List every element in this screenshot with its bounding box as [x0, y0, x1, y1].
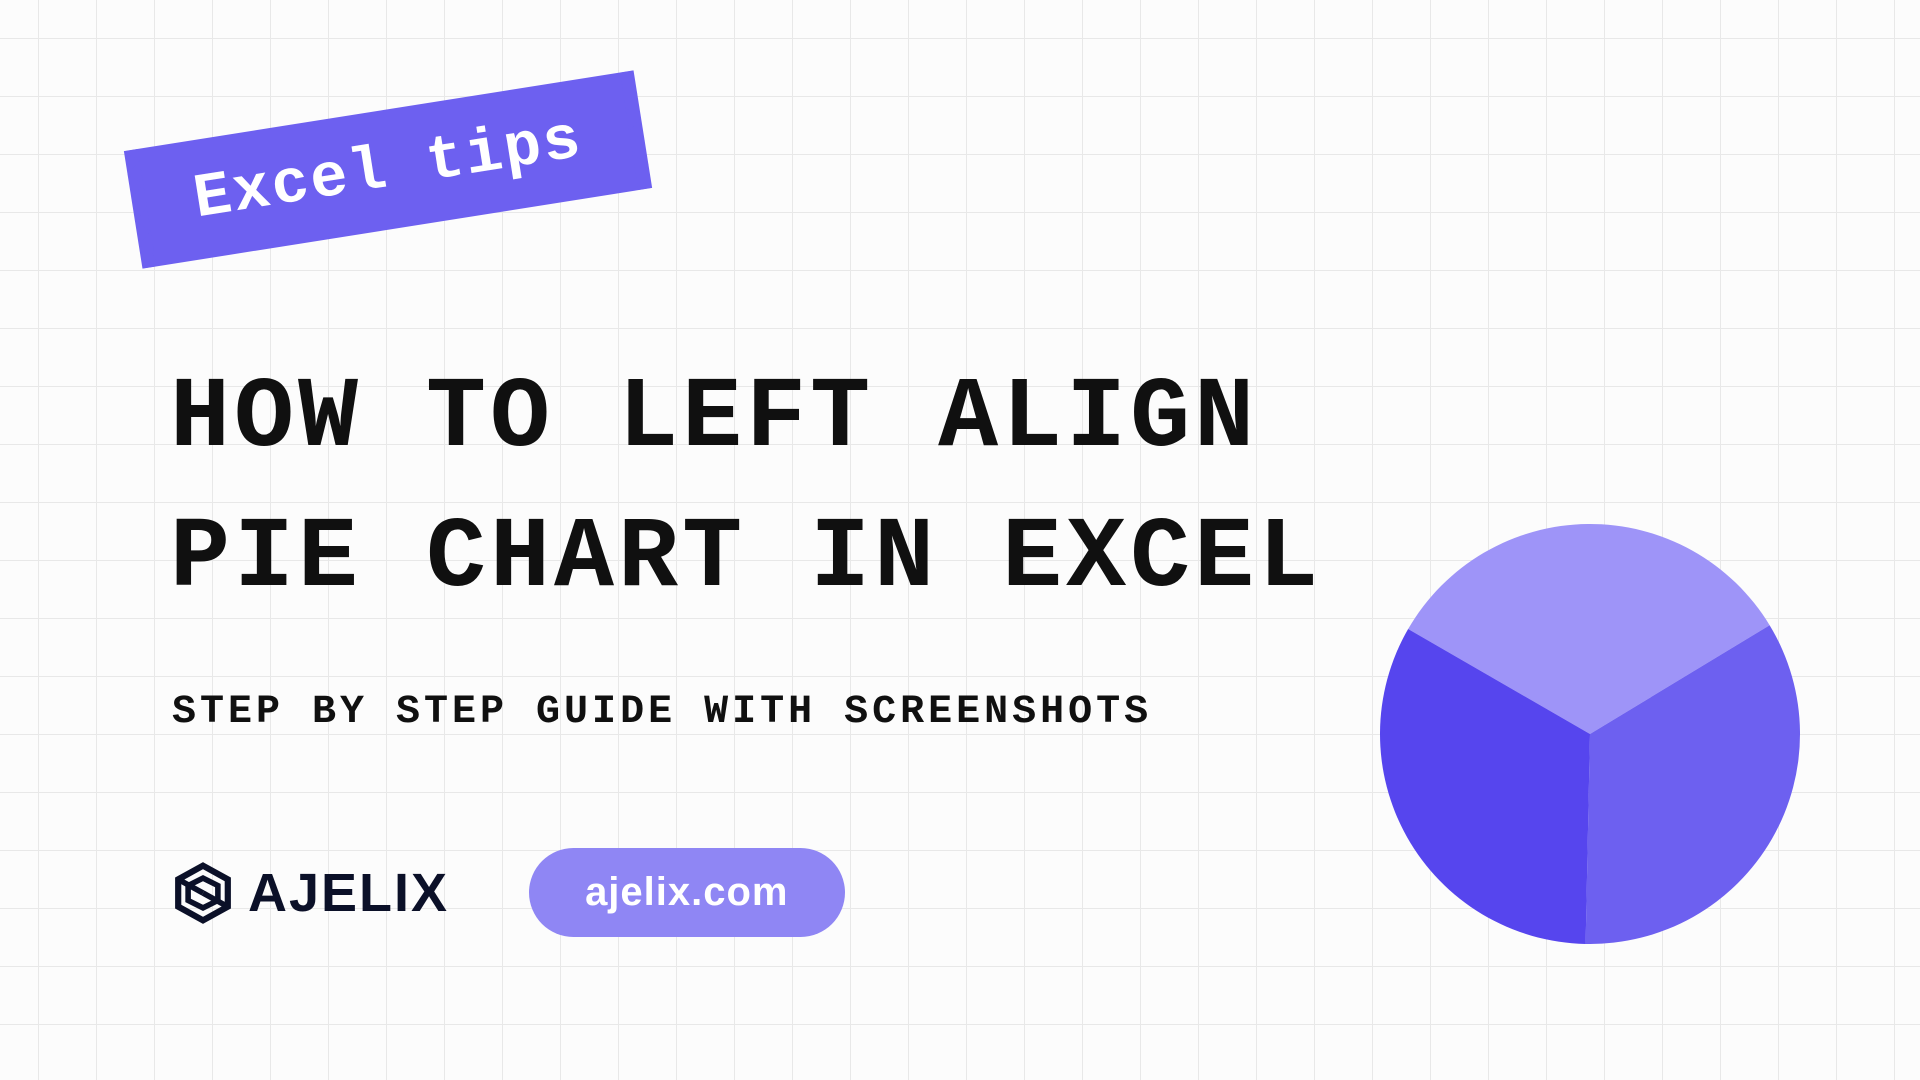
brand-url-text: ajelix.com — [585, 870, 788, 914]
page-subtitle: STEP BY STEP GUIDE WITH SCREENSHOTS — [172, 690, 1152, 735]
brand-url-pill[interactable]: ajelix.com — [529, 848, 844, 937]
brand-row: AJELIX ajelix.com — [172, 848, 845, 937]
brand-name: AJELIX — [248, 862, 449, 924]
page-title: HOW TO LEFT ALIGN PIE CHART IN EXCEL — [170, 350, 1322, 630]
brand-logo: AJELIX — [172, 862, 449, 924]
brand-mark-icon — [172, 862, 234, 924]
pie-chart — [1380, 524, 1800, 944]
